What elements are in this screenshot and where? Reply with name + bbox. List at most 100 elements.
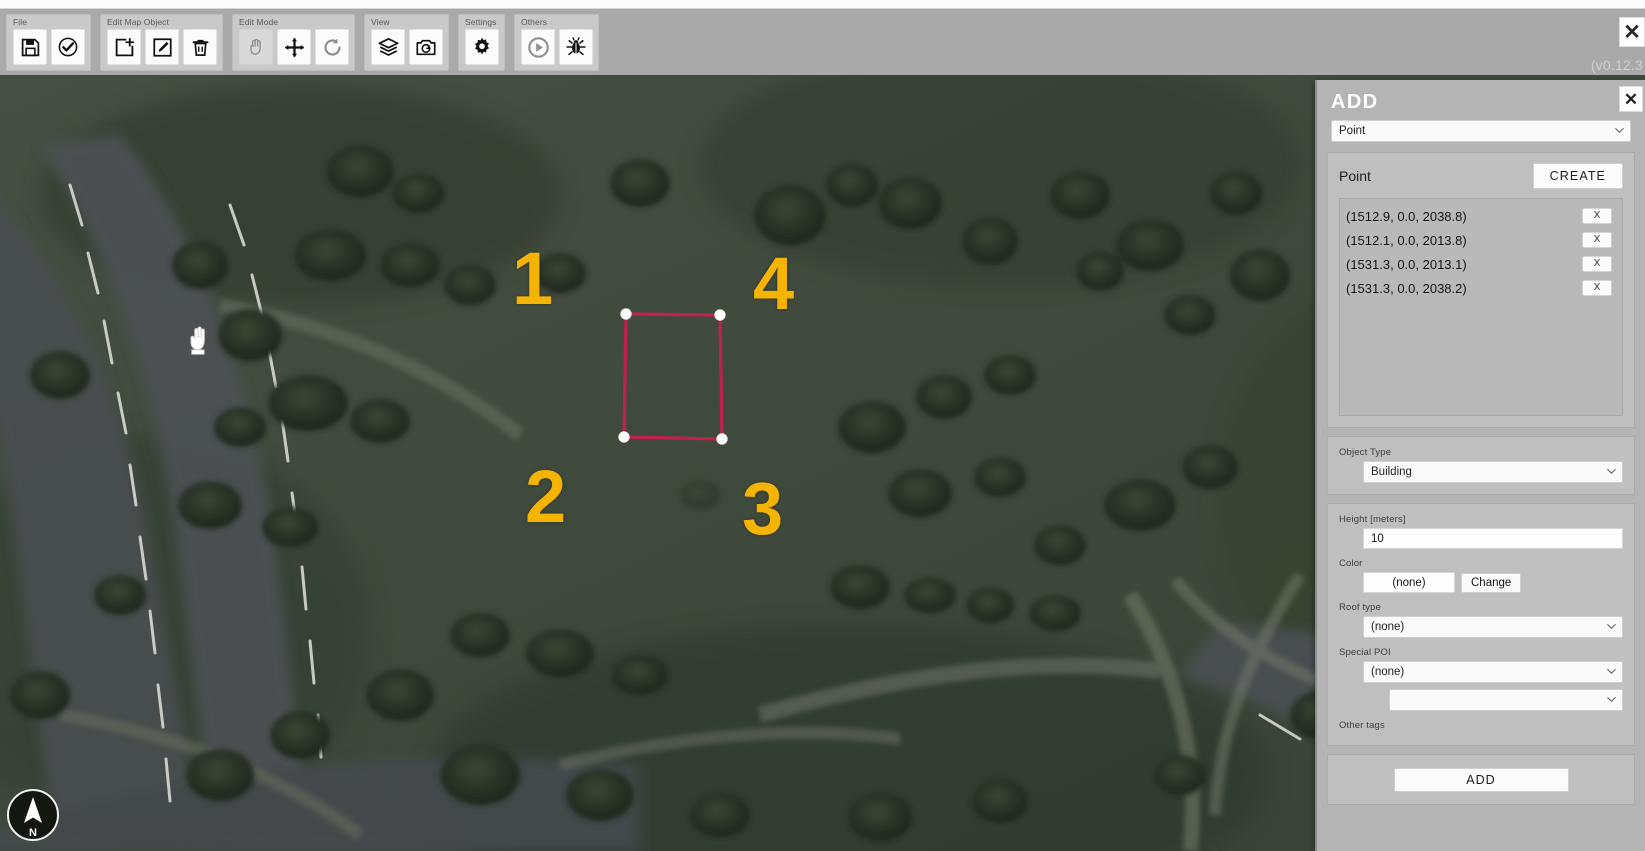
other-tags-card: ADD (1327, 754, 1635, 805)
chevron-down-icon (1607, 624, 1616, 629)
compass-north-label: N (29, 827, 37, 839)
height-label: Height [meters] (1339, 514, 1406, 525)
bug-icon (566, 37, 586, 56)
debug-button[interactable] (559, 29, 593, 65)
layers-button[interactable] (371, 29, 405, 65)
toolbar-group-label: Settings (465, 17, 497, 27)
polygon-vertex-handle[interactable] (716, 433, 728, 445)
roof-type-label: Roof type (1339, 602, 1382, 613)
panel-close-button[interactable]: ✕ (1619, 86, 1643, 112)
save-button[interactable] (13, 29, 47, 65)
polygon-vertex-handle[interactable] (618, 431, 630, 443)
point-list[interactable]: (1512.9, 0.0, 2038.8) X (1512.1, 0.0, 2013… (1339, 198, 1623, 416)
app-version-label: (v0.12.3 (1590, 57, 1643, 73)
object-type-label: Object Type (1339, 447, 1392, 458)
panel-title: ADD (1331, 91, 1379, 113)
special-poi-label: Special POI (1339, 647, 1391, 658)
color-change-button[interactable]: Change (1461, 572, 1522, 593)
point-coordinates: (1512.1, 0.0, 2013.8) (1346, 232, 1467, 248)
point-delete-button[interactable]: X (1582, 232, 1612, 248)
main-toolbar: File Edit Map Object Edit Mode View Sett… (0, 9, 1645, 75)
point-section-title: Point (1339, 168, 1371, 184)
add-type-select[interactable]: Point (1331, 120, 1631, 142)
map-marker-1: 1 (512, 237, 554, 320)
move-mode-button[interactable] (277, 29, 311, 65)
color-label: Color (1339, 558, 1363, 569)
chevron-down-icon (1607, 469, 1616, 474)
map-marker-4: 4 (753, 242, 795, 325)
mouse-cursor (186, 325, 212, 362)
delete-object-button[interactable] (183, 29, 217, 65)
object-type-select[interactable]: Building (1363, 461, 1623, 483)
create-button[interactable]: CREATE (1532, 163, 1623, 189)
gear-icon (475, 37, 489, 55)
toolbar-group-view: View (364, 14, 449, 71)
pencil-square-icon (152, 37, 172, 57)
chevron-down-icon (1607, 697, 1616, 702)
roof-type-select[interactable]: (none) (1363, 616, 1623, 638)
compass-icon: N (7, 789, 59, 841)
toolbar-group-label: File (13, 17, 28, 27)
add-rectangle-icon (115, 37, 134, 56)
compass-widget[interactable]: N (6, 788, 60, 847)
window-close-button[interactable]: ✕ (1619, 17, 1645, 47)
toolbar-group-label: View (371, 17, 390, 27)
polygon-vertex-handle[interactable] (620, 308, 632, 320)
toolbar-group-others: Others (514, 14, 599, 71)
point-list-item[interactable]: (1512.1, 0.0, 2013.8) X (1346, 228, 1618, 252)
toolbar-group-settings: Settings (458, 14, 505, 71)
rotate-mode-button[interactable] (315, 29, 349, 65)
play-circle-icon (527, 36, 549, 58)
layers-icon (378, 37, 398, 56)
point-delete-button[interactable]: X (1582, 256, 1612, 272)
window-title-strip (0, 0, 1645, 9)
trash-icon (192, 39, 208, 56)
hand-cursor-icon (190, 326, 205, 355)
chevron-down-icon (1607, 669, 1616, 674)
toolbar-group-label: Others (521, 17, 548, 27)
check-circle-icon (58, 37, 78, 57)
color-value: (none) (1363, 572, 1455, 593)
pan-mode-button[interactable] (239, 29, 273, 65)
point-list-item[interactable]: (1531.3, 0.0, 2038.2) X (1346, 276, 1618, 300)
reset-camera-button[interactable] (409, 29, 443, 65)
object-type-card: Object Type Building (1327, 436, 1635, 495)
object-type-value: Building (1371, 466, 1412, 478)
floppy-disk-icon (21, 38, 39, 56)
toolbar-group-edit-map-object: Edit Map Object (100, 14, 223, 71)
camera-refresh-icon (416, 39, 436, 56)
point-list-item[interactable]: (1531.3, 0.0, 2013.1) X (1346, 252, 1618, 276)
add-object-button[interactable] (107, 29, 141, 65)
point-coordinates: (1531.3, 0.0, 2013.1) (1346, 256, 1467, 272)
edit-object-button[interactable] (145, 29, 179, 65)
rotate-icon (324, 38, 341, 56)
special-poi-sub-select[interactable] (1389, 689, 1623, 711)
add-type-value: Point (1339, 125, 1366, 137)
point-coordinates: (1512.9, 0.0, 2038.8) (1346, 208, 1467, 224)
point-delete-button[interactable]: X (1582, 208, 1612, 224)
map-editor-window: File Edit Map Object Edit Mode View Sett… (0, 0, 1645, 851)
point-list-card: Point CREATE (1512.9, 0.0, 2038.8) X (1512… (1327, 152, 1635, 428)
special-poi-select[interactable]: (none) (1363, 661, 1623, 683)
chevron-down-icon (1615, 128, 1624, 133)
map-marker-3: 3 (742, 467, 784, 550)
other-tags-label: Other tags (1339, 720, 1385, 731)
add-object-panel: ADD ✕ Point Point CREATE (1512.9, 0.0, 2… (1315, 80, 1645, 851)
settings-button[interactable] (465, 29, 499, 65)
toolbar-group-label: Edit Map Object (107, 17, 169, 27)
move-arrows-icon (284, 37, 304, 57)
toolbar-group-file: File (6, 14, 91, 71)
special-poi-value: (none) (1371, 666, 1405, 678)
attributes-card: Height [meters] 10 Color (none) Change R… (1327, 503, 1635, 746)
point-delete-button[interactable]: X (1582, 280, 1612, 296)
height-input[interactable]: 10 (1363, 528, 1623, 549)
point-list-item[interactable]: (1512.9, 0.0, 2038.8) X (1346, 204, 1618, 228)
toolbar-group-label: Edit Mode (239, 17, 279, 27)
play-button[interactable] (521, 29, 555, 65)
point-coordinates: (1531.3, 0.0, 2038.2) (1346, 280, 1467, 296)
validate-button[interactable] (51, 29, 85, 65)
polygon-vertex-handle[interactable] (714, 309, 726, 321)
roof-type-value: (none) (1371, 621, 1405, 633)
add-tag-button[interactable]: ADD (1393, 768, 1569, 792)
toolbar-group-edit-mode: Edit Mode (232, 14, 355, 71)
